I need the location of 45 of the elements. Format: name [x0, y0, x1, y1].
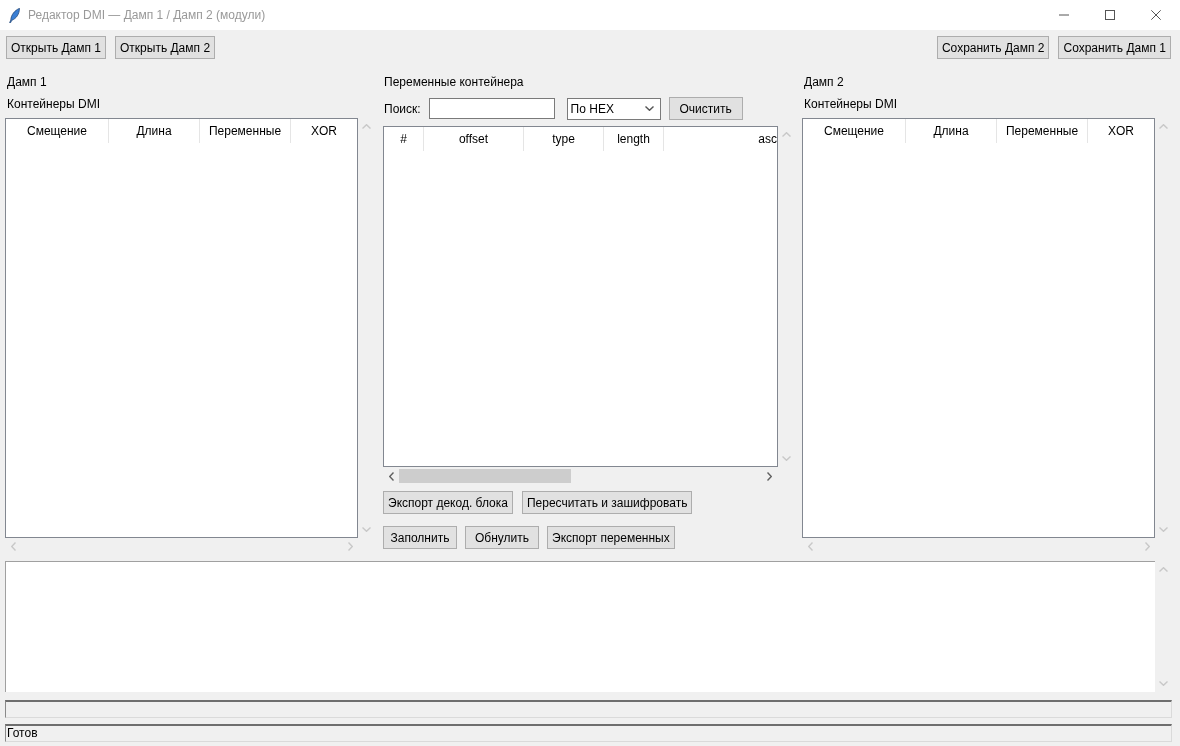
- save-dump-button[interactable]: Сохранить Дамп 2: [936, 36, 1050, 59]
- export-block-button[interactable]: Экспорт декод. блока: [383, 491, 513, 514]
- chevron-up-icon[interactable]: [362, 124, 371, 129]
- column-header[interactable]: type: [524, 127, 604, 151]
- status-bar: Готов: [5, 724, 1172, 742]
- column-header[interactable]: length: [604, 127, 664, 151]
- log-text-area[interactable]: [5, 561, 1155, 692]
- chevron-up-icon[interactable]: [782, 132, 791, 137]
- open-dump-button[interactable]: Открыть Дамп 1: [6, 36, 107, 59]
- chevron-left-icon[interactable]: [389, 471, 394, 481]
- export-variables-button[interactable]: Экспорт переменных: [547, 526, 675, 549]
- fill-button[interactable]: Заполнить: [383, 526, 457, 549]
- window-title: Редактор DMI — Дамп 1 / Дамп 2 (модули): [28, 8, 266, 22]
- search-label: Поиск:: [384, 101, 421, 116]
- chevron-right-icon[interactable]: [767, 471, 772, 481]
- mode-dropdown[interactable]: По HEX: [566, 97, 661, 120]
- zero-button[interactable]: Обнулить: [465, 526, 539, 549]
- section-title: Переменные контейнера: [384, 74, 524, 90]
- column-header[interactable]: Длина: [906, 119, 997, 143]
- scrollbar-thumb[interactable]: [399, 469, 571, 483]
- open-dump-button[interactable]: Открыть Дамп 2: [115, 36, 216, 59]
- column-header[interactable]: XOR: [1088, 119, 1154, 143]
- recalculate-button[interactable]: Пересчитать и зашифровать: [521, 491, 693, 514]
- column-header[interactable]: Смещение: [803, 119, 906, 143]
- chevron-up-icon[interactable]: [1159, 124, 1168, 129]
- maximize-icon[interactable]: [1105, 10, 1115, 20]
- clear-button[interactable]: Очистить: [668, 97, 743, 120]
- dump-title: Дамп 2: [804, 74, 844, 90]
- feather-icon: [9, 7, 20, 23]
- column-header[interactable]: offset: [424, 127, 524, 151]
- section-label: Контейнеры DMI: [804, 96, 897, 112]
- section-label: Контейнеры DMI: [7, 96, 100, 112]
- chevron-up-icon[interactable]: [1159, 567, 1168, 572]
- column-header[interactable]: Длина: [109, 119, 200, 143]
- column-header[interactable]: asc: [664, 127, 777, 151]
- close-icon[interactable]: [1151, 10, 1161, 20]
- column-header[interactable]: Переменные: [997, 119, 1088, 143]
- column-header[interactable]: Смещение: [6, 119, 109, 143]
- column-header[interactable]: XOR: [291, 119, 357, 143]
- chevron-down-icon[interactable]: [644, 106, 654, 111]
- search-field[interactable]: [428, 98, 555, 119]
- column-header[interactable]: Переменные: [200, 119, 291, 143]
- column-header[interactable]: #: [384, 127, 424, 151]
- save-dump-button[interactable]: Сохранить Дамп 1: [1058, 36, 1171, 59]
- dump-title: Дамп 1: [7, 74, 47, 90]
